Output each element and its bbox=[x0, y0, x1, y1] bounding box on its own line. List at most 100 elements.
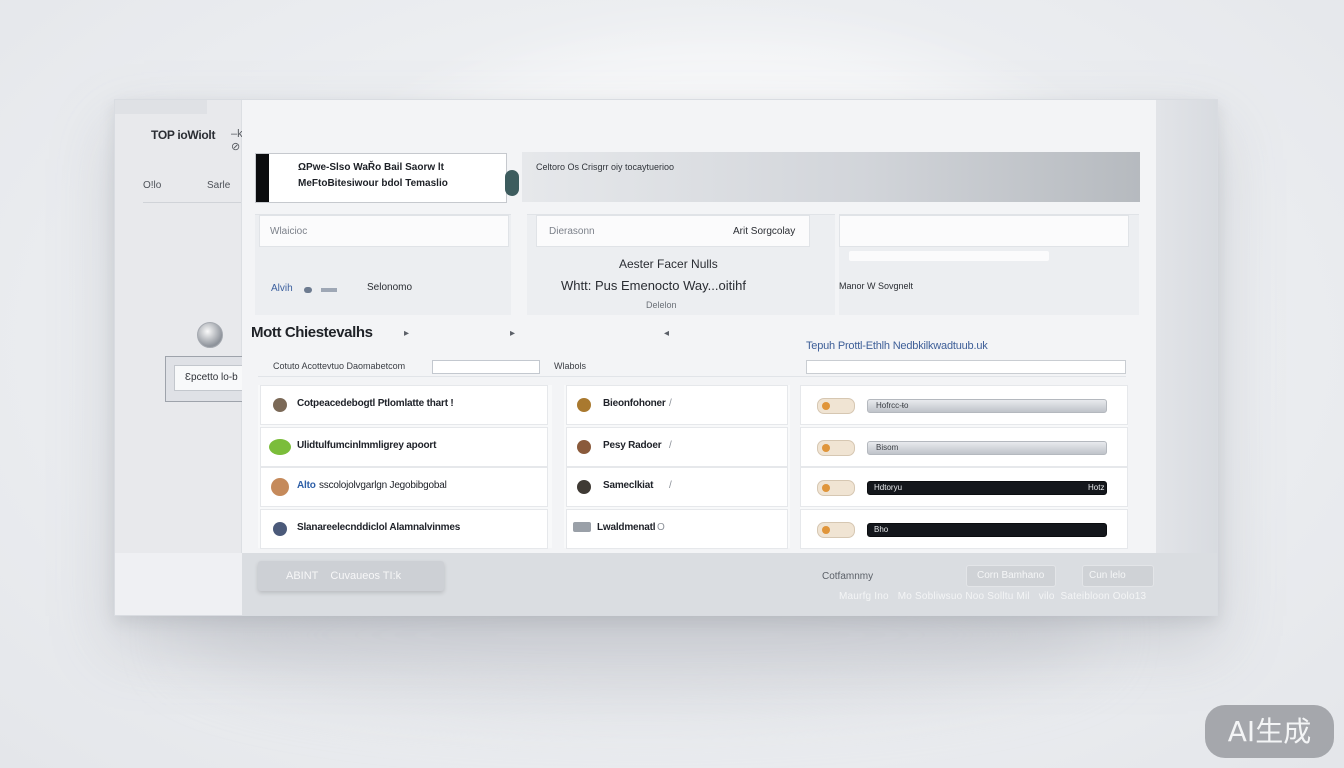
header-card-accent bbox=[256, 154, 269, 202]
list-item[interactable]: Bieonfohoner / bbox=[566, 385, 788, 425]
list-item-text: Lwaldmenatl bbox=[597, 522, 656, 533]
section-blue-link[interactable]: Tepuh Prottl-Ethlh Nedbkilkwadtuub.uk bbox=[806, 340, 988, 352]
footer-status: Cotfamnmy bbox=[822, 571, 874, 582]
list-item-text: Pesy Radoer bbox=[603, 440, 662, 451]
play-icon[interactable]: ▸ bbox=[510, 328, 515, 339]
footer-button-a-label: Corn Bamhano bbox=[977, 570, 1045, 581]
section-title: Mott Chiestevalhs bbox=[251, 324, 373, 341]
avatar bbox=[577, 398, 591, 412]
list-item[interactable]: Bho bbox=[800, 509, 1128, 549]
toggle[interactable] bbox=[817, 522, 855, 538]
sidebar: TOP ioWiolt –⁠kḁḁ ⊘ Oǃlo Sarle Ԑpcetto l… bbox=[115, 100, 269, 553]
footer-button-b-label: Cun lelo bbox=[1089, 570, 1126, 581]
list-item[interactable]: Sameclkiat / bbox=[566, 467, 788, 507]
toggle[interactable] bbox=[817, 440, 855, 456]
panel-left-label: Selonomo bbox=[367, 282, 413, 293]
toggle[interactable] bbox=[817, 398, 855, 414]
progress-track[interactable]: Hdtoryu Hotz bbox=[867, 481, 1107, 495]
track-label: Hdtoryu bbox=[874, 483, 903, 492]
panel-middle-line3: Delelon bbox=[646, 300, 677, 310]
panel-left: Wlaicioc Alvih Selonomo bbox=[255, 214, 511, 315]
chart-icon bbox=[573, 522, 591, 532]
scroll-handle[interactable] bbox=[505, 170, 519, 196]
avatar bbox=[273, 398, 287, 412]
gear-icon[interactable] bbox=[197, 322, 223, 348]
toggle[interactable] bbox=[817, 480, 855, 496]
track-label: Hofrcc-ŧo bbox=[876, 401, 909, 410]
progress-track[interactable]: Bisom bbox=[867, 441, 1107, 455]
panel-left-dash-icon bbox=[321, 288, 337, 292]
list-item[interactable]: Alto sscolojolvgarlgn Jegobibgobal bbox=[260, 467, 548, 507]
app-window: TOP ioWiolt –⁠kḁḁ ⊘ Oǃlo Sarle Ԑpcetto l… bbox=[114, 99, 1218, 616]
panel-middle: Dierasonn Arit Sorgcolay Aester Facer Nu… bbox=[527, 214, 835, 315]
list-item-meta: / bbox=[669, 440, 672, 451]
panel-middle-line1: Aester Facer Nulls bbox=[619, 257, 718, 271]
list-item[interactable]: Hdtoryu Hotz bbox=[800, 467, 1128, 507]
list-item-label: Alto bbox=[297, 480, 316, 491]
list-item[interactable]: Lwaldmenatl O bbox=[566, 509, 788, 549]
list-column-3: Hofrcc-ŧo Bisom Hdtoryu Hotz Bho bbox=[800, 385, 1128, 549]
footer-left-button[interactable]: ABINT Cuvaueos TI:k bbox=[258, 561, 444, 591]
toggle-knob-icon bbox=[822, 402, 830, 410]
header-banner: Celtoro Os Crisgrr oiy tocaytuerioo bbox=[522, 152, 1140, 202]
main-content: ΩPwe-Slso WaŘo Bail Saorw lt MeFtoBitesi… bbox=[242, 100, 1156, 553]
play-icon[interactable]: ▸ bbox=[404, 328, 409, 339]
ai-watermark-badge: AI生成 bbox=[1205, 705, 1334, 758]
table-header-search[interactable] bbox=[806, 360, 1126, 374]
footer-button-b[interactable]: Cun lelo bbox=[1082, 565, 1154, 587]
list-item-meta: / bbox=[669, 480, 672, 491]
panel-left-input[interactable]: Wlaicioc bbox=[259, 215, 509, 247]
toggle-knob-icon bbox=[822, 444, 830, 452]
panel-middle-input[interactable]: Dierasonn Arit Sorgcolay bbox=[536, 215, 810, 247]
list-item[interactable]: Slanareelecnddiclol Alamnalvinmes bbox=[260, 509, 548, 549]
list-item-meta: O bbox=[657, 522, 665, 533]
sidebar-top-tab bbox=[115, 100, 207, 114]
list-item[interactable]: Pesy Radoer / bbox=[566, 427, 788, 467]
leaf-icon bbox=[269, 439, 291, 455]
track-label: Bho bbox=[874, 525, 889, 534]
panel-right-input[interactable] bbox=[839, 215, 1129, 247]
footer-bar: ABINT Cuvaueos TI:k Cotfamnmy Corn Bamha… bbox=[242, 553, 1217, 615]
track-value: Hotz bbox=[1088, 483, 1105, 492]
header-card-line1: ΩPwe-Slso WaŘo Bail Saorw lt bbox=[298, 162, 445, 173]
list-item-text: Slanareelecnddiclol Alamnalvinmes bbox=[297, 522, 461, 533]
panel-middle-line2: Whtt: Pus Emenocto Way...oitihf bbox=[561, 278, 746, 293]
toggle-knob-icon bbox=[822, 484, 830, 492]
panel-left-placeholder: Wlaicioc bbox=[270, 226, 308, 237]
list-item[interactable]: Ulidtulfumcinlmmligrey apoort bbox=[260, 427, 548, 467]
table-header-col2: Wlabols bbox=[554, 361, 587, 371]
sidebar-nav-left[interactable]: Oǃlo bbox=[143, 180, 161, 191]
header-card[interactable]: ΩPwe-Slso WaŘo Bail Saorw lt MeFtoBitesi… bbox=[255, 153, 507, 203]
sidebar-nav-right[interactable]: Sarle bbox=[207, 180, 230, 191]
panel-left-link[interactable]: Alvih bbox=[271, 283, 293, 294]
list-item[interactable]: Hofrcc-ŧo bbox=[800, 385, 1128, 425]
app-brand: TOP ioWiolt bbox=[151, 128, 216, 142]
track-label: Bisom bbox=[876, 443, 899, 452]
list-column-1: Cotpeacedebogtl Ptlomlatte thart ! Ulidt… bbox=[258, 385, 552, 549]
panel-right: Manor W Sovgnelt bbox=[839, 214, 1139, 315]
table-header-filter[interactable] bbox=[432, 360, 540, 374]
avatar bbox=[577, 480, 591, 494]
back-icon[interactable]: ◂ bbox=[664, 328, 669, 339]
list-item-text: sscolojolvgarlgn Jegobibgobal bbox=[319, 480, 447, 491]
panel-right-label: Manor W Sovgnelt bbox=[839, 281, 914, 291]
panel-middle-placeholder: Dierasonn bbox=[549, 226, 595, 237]
toggle-knob-icon bbox=[822, 526, 830, 534]
sidebar-divider bbox=[143, 202, 241, 203]
progress-track[interactable]: Bho bbox=[867, 523, 1107, 537]
list-item-text: Cotpeacedebogtl Ptlomlatte thart ! bbox=[297, 398, 454, 409]
avatar bbox=[273, 522, 287, 536]
table-header-col1: Cotuto Acottevtuo Daomabetcom bbox=[273, 361, 406, 371]
list-item[interactable]: Bisom bbox=[800, 427, 1128, 467]
list-column-2: Bieonfohoner / Pesy Radoer / Sameclkiat … bbox=[564, 385, 790, 549]
list-item[interactable]: Cotpeacedebogtl Ptlomlatte thart ! bbox=[260, 385, 548, 425]
avatar bbox=[271, 478, 289, 496]
banner-text: Celtoro Os Crisgrr oiy tocaytuerioo bbox=[536, 162, 675, 172]
progress-track[interactable]: Hofrcc-ŧo bbox=[867, 399, 1107, 413]
header-card-line2: MeFtoBitesiwour bdol Temaslio bbox=[298, 178, 448, 189]
list-item-meta: / bbox=[669, 398, 672, 409]
list-item-text: Ulidtulfumcinlmmligrey apoort bbox=[297, 440, 437, 451]
list-item-text: Sameclkiat bbox=[603, 480, 654, 491]
panel-middle-value: Arit Sorgcolay bbox=[733, 226, 796, 237]
footer-button-a[interactable]: Corn Bamhano bbox=[966, 565, 1056, 587]
